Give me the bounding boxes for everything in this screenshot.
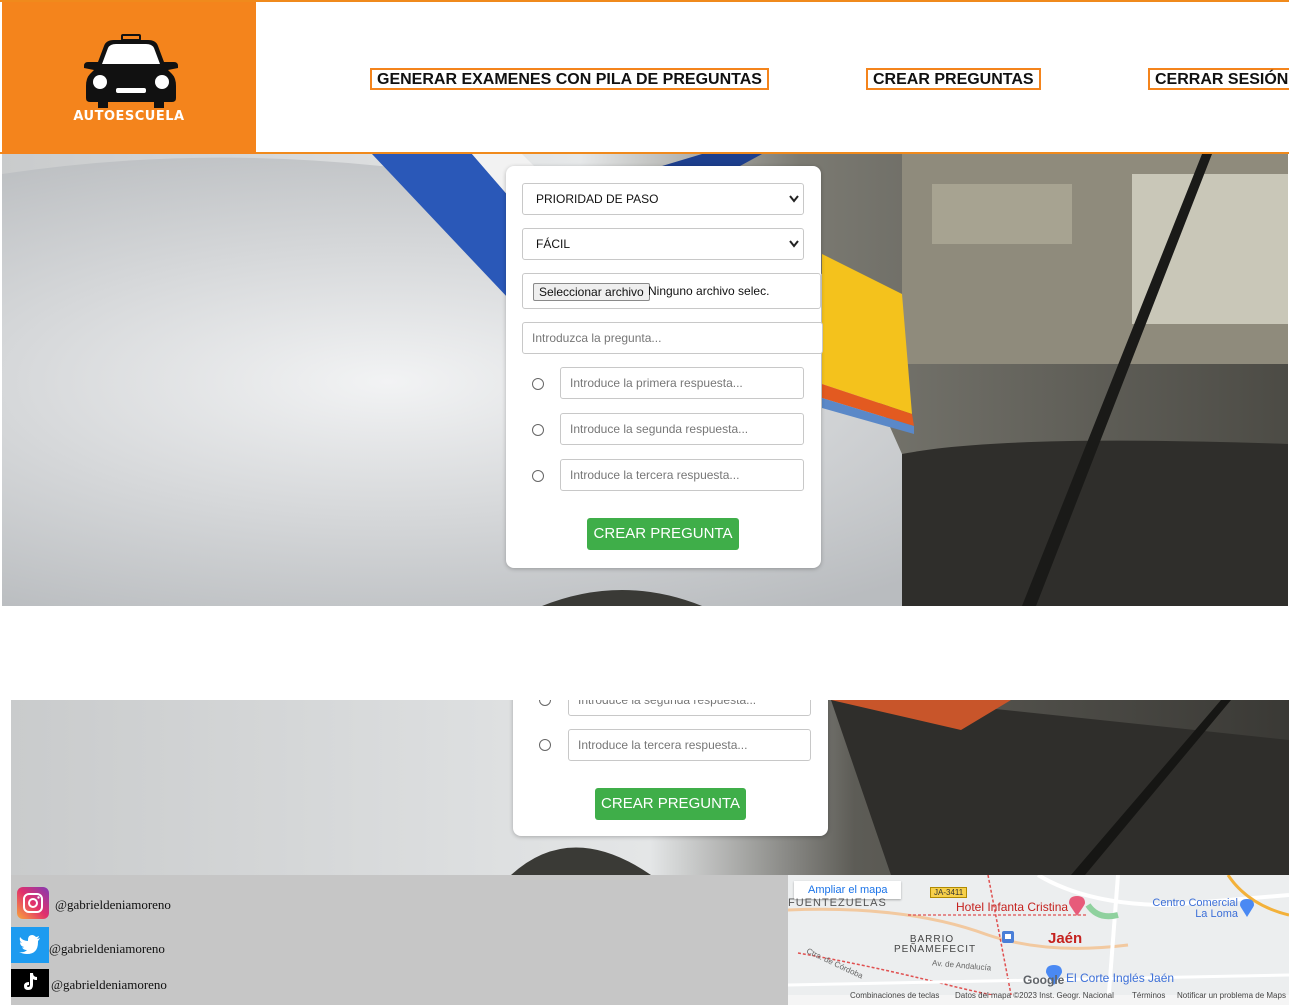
instagram-handle: @gabrieldeniamoreno bbox=[55, 897, 171, 912]
create-question-card: PRIORIDAD DE PASO FÁCIL Seleccionar arch… bbox=[506, 166, 823, 568]
question-input[interactable]: Introduzca la pregunta... bbox=[522, 322, 823, 354]
car-icon bbox=[84, 34, 178, 108]
footer: @gabrieldeniamoreno @gabrieldeniamoreno … bbox=[11, 875, 1289, 1005]
logo[interactable]: AUTOESCUELA bbox=[2, 2, 256, 154]
answer2-input-partial[interactable]: Introduce la segunda respuesta... bbox=[568, 700, 811, 716]
site-header: AUTOESCUELA GENERAR EXAMENES CON PILA DE… bbox=[0, 0, 1289, 154]
google-logo: Google bbox=[1023, 973, 1065, 987]
twitter-handle: @gabrieldeniamoreno bbox=[49, 941, 165, 956]
answer1-radio[interactable] bbox=[532, 378, 544, 390]
chevron-down-icon bbox=[789, 195, 799, 203]
hero-section-scrolled: Introduce la segunda respuesta... Introd… bbox=[11, 700, 1289, 875]
create-question-card-scrolled: Introduce la segunda respuesta... Introd… bbox=[513, 700, 828, 836]
twitter-icon bbox=[11, 927, 49, 963]
nav-generar-examenes[interactable]: GENERAR EXAMENES CON PILA DE PREGUNTAS bbox=[370, 68, 769, 90]
choose-file-button[interactable]: Seleccionar archivo bbox=[533, 283, 650, 301]
hotel-pin-icon bbox=[1069, 896, 1085, 916]
map-attr-data: Datos del mapa ©2023 Inst. Geogr. Nacion… bbox=[955, 991, 1114, 1000]
hero-section: PRIORIDAD DE PASO FÁCIL Seleccionar arch… bbox=[2, 154, 1288, 606]
map-label-city: Jaén bbox=[1048, 930, 1083, 947]
category-select-value: PRIORIDAD DE PASO bbox=[536, 192, 659, 206]
map-label-mall: Centro Comercial La Loma bbox=[1152, 897, 1238, 920]
difficulty-select-value: FÁCIL bbox=[536, 237, 571, 251]
nav-crear-preguntas[interactable]: CREAR PREGUNTAS bbox=[866, 68, 1041, 90]
chevron-down-icon bbox=[789, 240, 799, 248]
scroll-cover bbox=[11, 686, 1289, 700]
answer3-radio[interactable] bbox=[539, 739, 551, 751]
map-attr-shortcuts[interactable]: Combinaciones de teclas bbox=[850, 991, 939, 1000]
answer1-input[interactable]: Introduce la primera respuesta... bbox=[560, 367, 804, 399]
tiktok-icon bbox=[11, 969, 49, 997]
create-question-button[interactable]: CREAR PREGUNTA bbox=[587, 518, 739, 550]
tiktok-handle: @gabrieldeniamoreno bbox=[51, 977, 167, 992]
answer2-radio[interactable] bbox=[532, 424, 544, 436]
answer2-input[interactable]: Introduce la segunda respuesta... bbox=[560, 413, 804, 445]
brand-name: AUTOESCUELA bbox=[73, 109, 185, 124]
category-select[interactable]: PRIORIDAD DE PASO bbox=[522, 183, 804, 215]
difficulty-select[interactable]: FÁCIL bbox=[522, 228, 804, 260]
embedded-map[interactable]: Ampliar el mapa JA-3411 FUENTEZUELAS Hot… bbox=[788, 875, 1289, 1005]
map-label-store: El Corte Inglés Jaén bbox=[1066, 971, 1175, 985]
answer3-input[interactable]: Introduce la tercera respuesta... bbox=[560, 459, 804, 491]
answer3-input[interactable]: Introduce la tercera respuesta... bbox=[568, 729, 811, 761]
road-badge: JA-3411 bbox=[930, 887, 968, 898]
instagram-icon bbox=[17, 887, 49, 919]
map-label-fuentezuelas: FUENTEZUELAS bbox=[788, 897, 887, 909]
image-file-input: Seleccionar archivo Ninguno archivo sele… bbox=[522, 273, 821, 309]
map-attr-report[interactable]: Notificar un problema de Maps bbox=[1177, 991, 1286, 1000]
nav-cerrar-sesion[interactable]: CERRAR SESIÓN bbox=[1148, 68, 1289, 90]
shopping-pin-icon bbox=[1240, 899, 1254, 917]
create-question-button[interactable]: CREAR PREGUNTA bbox=[595, 788, 746, 820]
map-attr-terms[interactable]: Términos bbox=[1132, 991, 1165, 1000]
map-label-barrio: BARRIO PEÑAMEFECIT bbox=[894, 934, 977, 955]
answer2-radio[interactable] bbox=[539, 700, 551, 706]
file-status: Ninguno archivo selec. bbox=[648, 284, 770, 298]
map-label-hotel: Hotel Infanta Cristina bbox=[956, 900, 1069, 914]
answer3-radio[interactable] bbox=[532, 470, 544, 482]
transit-icon bbox=[1002, 931, 1014, 943]
